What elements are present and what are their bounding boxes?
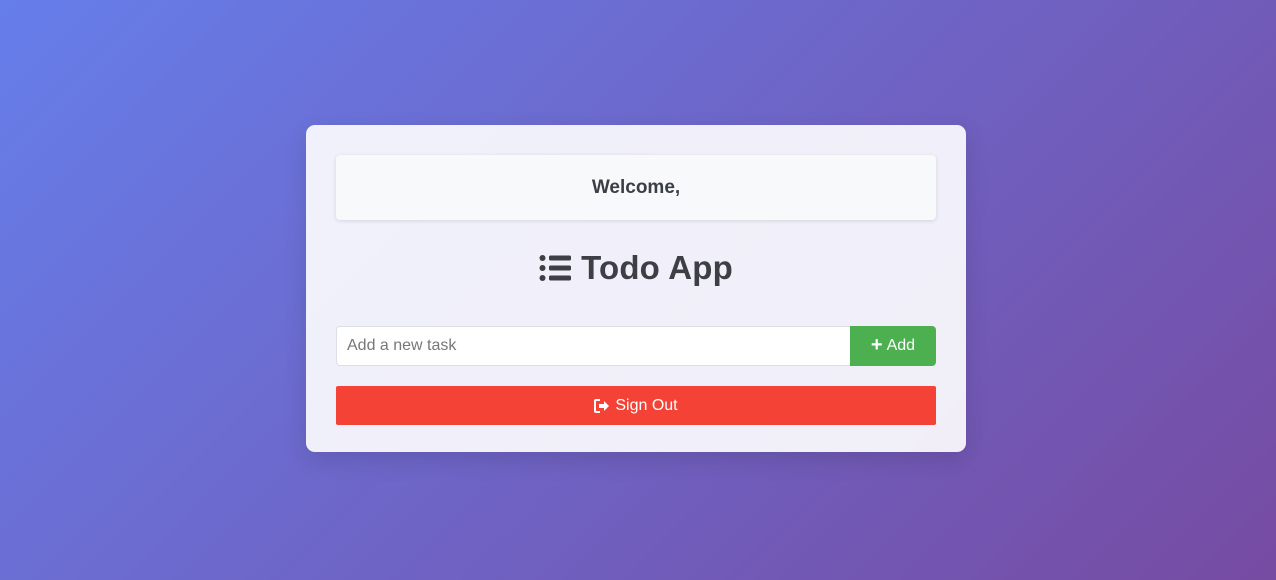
plus-icon: + [870,334,883,356]
sign-out-icon [594,398,610,413]
page-title: Todo App [581,249,733,286]
sign-out-button[interactable]: Sign Out [336,386,936,425]
todo-card: Welcome, Todo App + Add Sign Out [306,125,966,452]
add-task-form: + Add [336,326,936,366]
add-button-label: Add [886,337,916,354]
add-task-button[interactable]: + Add [850,326,936,366]
sign-out-label: Sign Out [615,396,678,414]
list-icon [539,255,572,281]
task-input[interactable] [336,326,850,366]
app-header: Todo App [336,248,936,288]
welcome-text: Welcome, [591,176,681,198]
welcome-banner: Welcome, [336,155,936,220]
